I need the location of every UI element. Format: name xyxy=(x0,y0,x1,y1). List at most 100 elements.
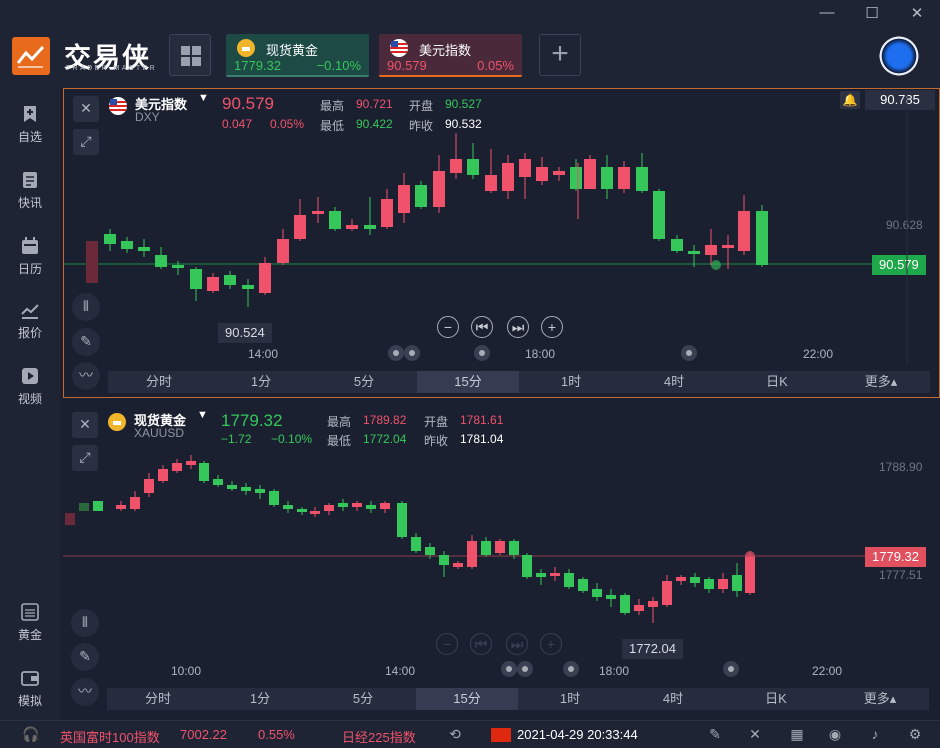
tf-more[interactable]: 更多▴ xyxy=(829,688,931,710)
next-button[interactable]: ⏭ xyxy=(506,633,528,655)
candle xyxy=(381,189,393,229)
candle xyxy=(425,543,435,559)
candle xyxy=(138,239,150,257)
tf-tick[interactable]: 分时 xyxy=(107,688,209,710)
zoom-out-button[interactable]: − xyxy=(436,633,458,655)
chart-panel-gold: ✕ ⤢ ⫴ ✎ 〰 现货黄金 ▼ XAUUSD 1779.32 −1.72 −0… xyxy=(63,403,940,720)
sidebar-item-quotes[interactable]: 报价 xyxy=(0,294,60,352)
candle xyxy=(255,485,265,499)
tf-5m[interactable]: 5分 xyxy=(313,371,415,393)
tf-15m[interactable]: 15分 xyxy=(417,371,519,393)
tf-1m[interactable]: 1分 xyxy=(210,371,312,393)
prev-button[interactable]: ⏮ xyxy=(471,316,493,338)
sidebar-item-label: 自选 xyxy=(17,130,42,144)
ticker2-name[interactable]: 日经225指数 xyxy=(342,727,416,746)
candle xyxy=(718,573,728,593)
zoom-in-button[interactable]: + xyxy=(540,633,562,655)
tf-1m[interactable]: 1分 xyxy=(209,688,311,710)
translate-icon[interactable]: ⟲ xyxy=(446,726,464,744)
candle xyxy=(324,503,334,515)
tf-1h[interactable]: 1时 xyxy=(520,371,622,393)
tf-15m[interactable]: 15分 xyxy=(416,688,518,710)
us-flag-icon xyxy=(390,39,408,57)
zoom-out-button[interactable]: − xyxy=(437,316,459,338)
title-bar: — ☐ ✕ 交易侠 TRADER MASTER 现货黄金 1779.32 −0.… xyxy=(0,0,940,88)
gold-candle-chart xyxy=(63,455,865,623)
candle xyxy=(186,455,196,469)
sidebar-item-video[interactable]: 视频 xyxy=(0,360,60,418)
candle xyxy=(439,551,449,577)
gold-coin-icon xyxy=(237,39,255,57)
china-flag-icon xyxy=(491,728,511,742)
close-button[interactable]: ✕ xyxy=(906,4,928,22)
candle xyxy=(450,133,462,179)
event-marker[interactable] xyxy=(723,661,739,677)
candle xyxy=(207,273,219,293)
candle xyxy=(269,489,279,507)
sidebar-item-label: 报价 xyxy=(17,326,42,340)
headset-icon[interactable]: 🎧 xyxy=(22,726,40,744)
candle xyxy=(397,501,407,539)
add-tab-button[interactable]: + xyxy=(539,34,581,76)
candle xyxy=(690,573,700,587)
time-label: 22:00 xyxy=(812,664,843,678)
event-marker[interactable] xyxy=(474,345,490,361)
candle xyxy=(592,583,602,601)
camera-icon[interactable]: ◉ xyxy=(826,726,844,744)
app-subtitle: TRADER MASTER xyxy=(66,65,158,72)
sidebar-item-simulate[interactable]: 模拟 xyxy=(0,662,60,720)
candle xyxy=(578,577,588,593)
time-label: 18:00 xyxy=(525,347,556,361)
sidebar-item-gold[interactable]: 黄金 xyxy=(0,596,60,654)
candle xyxy=(144,473,154,497)
event-marker[interactable] xyxy=(388,345,404,361)
tf-1d[interactable]: 日K xyxy=(725,688,827,710)
tf-4h[interactable]: 4时 xyxy=(622,688,724,710)
tab-dxy[interactable]: 美元指数 90.579 0.05% xyxy=(379,34,522,77)
sidebar-item-calendar[interactable]: 日历 xyxy=(0,230,60,288)
zoom-in-button[interactable]: + xyxy=(541,316,563,338)
sidebar-item-label: 视频 xyxy=(17,392,42,406)
maximize-button[interactable]: ☐ xyxy=(861,4,883,22)
quote-chart-icon xyxy=(21,304,39,319)
candle xyxy=(618,161,630,193)
candle xyxy=(329,207,341,231)
sidebar-item-label: 日历 xyxy=(17,262,42,276)
user-avatar[interactable] xyxy=(877,34,921,78)
sidebar-item-watchlist[interactable]: 自选 xyxy=(0,98,60,156)
minimize-button[interactable]: — xyxy=(816,4,838,22)
sidebar-item-news[interactable]: 快讯 xyxy=(0,164,60,222)
tf-1h[interactable]: 1时 xyxy=(519,688,621,710)
event-marker[interactable] xyxy=(681,345,697,361)
volume-icon[interactable]: ♪ xyxy=(866,726,884,744)
time-label: 10:00 xyxy=(171,664,202,678)
dxy-candle-chart xyxy=(64,89,908,363)
event-marker[interactable] xyxy=(563,661,579,677)
candle xyxy=(550,567,560,581)
next-button[interactable]: ⏭ xyxy=(507,316,529,338)
candle xyxy=(704,577,714,593)
candle xyxy=(398,173,410,223)
candle xyxy=(65,513,75,525)
candle xyxy=(116,501,126,511)
event-marker[interactable] xyxy=(404,345,420,361)
tab-gold[interactable]: 现货黄金 1779.32 −0.10% xyxy=(226,34,369,77)
event-marker[interactable] xyxy=(501,661,517,677)
ticker1-name[interactable]: 英国富时100指数 xyxy=(60,727,160,746)
prev-button[interactable]: ⏮ xyxy=(470,633,492,655)
candle xyxy=(364,197,376,235)
edit-icon[interactable]: ✎ xyxy=(706,726,724,744)
candle xyxy=(104,229,116,251)
tf-tick[interactable]: 分时 xyxy=(108,371,210,393)
candle xyxy=(352,501,362,511)
calculator-icon[interactable]: ▦ xyxy=(788,726,806,744)
tf-1d[interactable]: 日K xyxy=(726,371,828,393)
tools-icon[interactable]: ✕ xyxy=(746,726,764,744)
timeframe-bar: 分时 1分 5分 15分 1时 4时 日K 更多▴ xyxy=(107,688,929,710)
tf-5m[interactable]: 5分 xyxy=(312,688,414,710)
tf-4h[interactable]: 4时 xyxy=(623,371,725,393)
settings-gear-icon[interactable]: ⚙ xyxy=(906,726,924,744)
tf-more[interactable]: 更多▴ xyxy=(830,371,932,393)
layout-grid-button[interactable] xyxy=(169,34,211,76)
event-marker[interactable] xyxy=(517,661,533,677)
